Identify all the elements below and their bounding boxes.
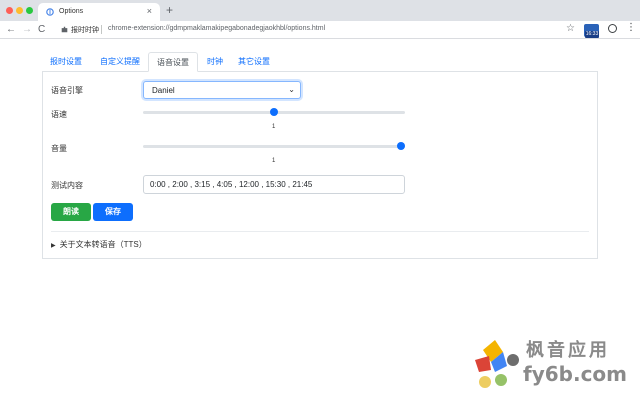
test-content-label: 测试内容	[51, 181, 83, 190]
tab-voice-settings[interactable]: 语音设置	[148, 52, 198, 72]
browser-titlebar: Options × +	[0, 0, 640, 21]
watermark-logo-icon	[475, 340, 519, 388]
volume-value: 1	[272, 158, 276, 164]
back-icon[interactable]: ←	[6, 23, 16, 36]
new-tab-icon[interactable]: +	[166, 4, 173, 16]
engine-label: 语音引擎	[51, 86, 83, 95]
minimize-window-button[interactable]	[16, 7, 23, 14]
browser-tab[interactable]: Options ×	[38, 3, 160, 21]
reload-icon[interactable]: C	[38, 23, 45, 36]
forward-icon[interactable]: →	[22, 23, 32, 36]
watermark-title: 枫音应用	[526, 340, 610, 361]
address-bar-separator	[101, 25, 102, 34]
tab-chime-settings[interactable]: 报时设置	[42, 52, 90, 72]
save-button[interactable]: 保存	[93, 203, 133, 221]
puzzle-icon	[46, 8, 54, 16]
tab-title: Options	[59, 8, 84, 15]
read-aloud-button[interactable]: 朗读	[51, 203, 91, 221]
extension-clock-badge: 16:33	[585, 31, 599, 38]
voice-engine-select[interactable]: Daniel ⌄	[143, 81, 301, 99]
tts-details-label: 关于文本转语音（TTS）	[59, 240, 147, 249]
browser-toolbar: ← → C 报时时钟 chrome-extension://gdmpmaklam…	[0, 21, 640, 39]
test-content-input[interactable]	[144, 176, 404, 193]
address-bar-origin: 报时时钟	[71, 27, 99, 34]
voice-engine-value: Daniel	[152, 86, 175, 95]
rate-value: 1	[272, 124, 276, 130]
volume-slider[interactable]	[143, 145, 405, 148]
rate-slider-thumb[interactable]	[270, 108, 278, 116]
tab-clock[interactable]: 时钟	[200, 52, 230, 72]
address-bar[interactable]: 报时时钟 chrome-extension://gdmpmaklamakipeg…	[58, 23, 578, 37]
profile-icon[interactable]	[608, 24, 617, 33]
settings-tabs: 报时设置 自定义提醒 语音设置 时钟 其它设置	[42, 52, 598, 72]
chevron-down-icon: ⌄	[288, 85, 295, 94]
test-content-field[interactable]	[143, 175, 405, 194]
close-window-button[interactable]	[6, 7, 13, 14]
disclosure-triangle-icon: ▶	[51, 243, 56, 249]
tab-custom-reminder[interactable]: 自定义提醒	[92, 52, 148, 72]
extension-icon	[61, 26, 68, 33]
address-bar-url: chrome-extension://gdmpmaklamakipegabona…	[108, 25, 326, 32]
tab-other-settings[interactable]: 其它设置	[232, 52, 276, 72]
volume-slider-thumb[interactable]	[397, 142, 405, 150]
tab-close-icon[interactable]: ×	[147, 6, 152, 16]
watermark-domain: fy6b.com	[523, 362, 628, 386]
divider	[51, 231, 589, 232]
volume-label: 音量	[51, 144, 67, 153]
bookmark-star-icon[interactable]: ☆	[566, 23, 575, 34]
tts-details-summary[interactable]: ▶ 关于文本转语音（TTS）	[51, 239, 147, 250]
rate-label: 语速	[51, 110, 67, 119]
browser-menu-icon[interactable]: ⋮	[626, 23, 636, 33]
maximize-window-button[interactable]	[26, 7, 33, 14]
